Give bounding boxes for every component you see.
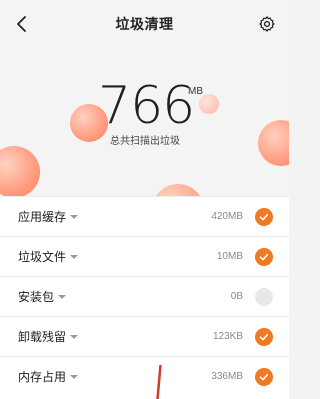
checkmark-icon	[259, 333, 269, 340]
list-item-size: 420MB	[211, 211, 243, 222]
list-item-label: 卸载残留	[18, 330, 67, 344]
title-bar: 垃圾清理	[0, 0, 289, 48]
checkbox[interactable]	[255, 367, 273, 386]
list-item-label: 内存占用	[18, 370, 67, 384]
caret-down-icon[interactable]	[70, 374, 78, 379]
list-item-size: 0B	[230, 291, 243, 302]
junk-bubble	[152, 184, 204, 196]
gear-icon	[259, 16, 275, 32]
checkbox[interactable]	[255, 287, 273, 306]
list-item-install-packages[interactable]: 安装包 0B	[0, 276, 289, 316]
scan-hero: 垃圾清理 766 MB 总共扫描出垃圾	[0, 0, 289, 196]
junk-category-list: 应用缓存 420MB 垃圾文件 10MB 安装包 0B 卸载残留 123KB 内…	[0, 196, 289, 399]
list-item-uninstall-residue[interactable]: 卸载残留 123KB	[0, 316, 289, 356]
page-title: 垃圾清理	[115, 17, 174, 33]
total-junk-caption: 总共扫描出垃圾	[110, 136, 180, 147]
list-item-memory-usage[interactable]: 内存占用 336MB	[0, 356, 289, 396]
total-junk-unit: MB	[188, 86, 203, 97]
settings-button[interactable]	[257, 14, 277, 34]
junk-bubble	[258, 120, 289, 166]
checkbox[interactable]	[255, 327, 273, 346]
list-item-size: 123KB	[212, 331, 243, 342]
caret-down-icon[interactable]	[70, 254, 78, 259]
caret-down-icon[interactable]	[58, 294, 66, 299]
junk-bubble	[0, 146, 40, 196]
checkmark-icon	[259, 253, 269, 260]
list-item-app-cache[interactable]: 应用缓存 420MB	[0, 196, 289, 236]
list-item-label: 垃圾文件	[18, 250, 67, 264]
chevron-left-icon	[17, 16, 26, 32]
checkbox[interactable]	[255, 207, 273, 226]
back-button[interactable]	[10, 12, 34, 36]
caret-down-icon[interactable]	[70, 334, 78, 339]
total-junk: 766 MB 总共扫描出垃圾	[98, 76, 228, 150]
list-item-size: 336MB	[211, 371, 243, 382]
list-item-junk-files[interactable]: 垃圾文件 10MB	[0, 236, 289, 276]
caret-down-icon[interactable]	[70, 214, 78, 219]
list-item-label: 应用缓存	[18, 210, 67, 224]
checkmark-icon	[259, 373, 269, 380]
annotation-stroke	[156, 365, 162, 399]
list-item-label: 安装包	[18, 290, 55, 304]
list-item-size: 10MB	[216, 251, 243, 262]
checkbox[interactable]	[255, 247, 273, 266]
checkmark-icon	[259, 213, 269, 220]
total-junk-value: 766	[98, 76, 195, 136]
